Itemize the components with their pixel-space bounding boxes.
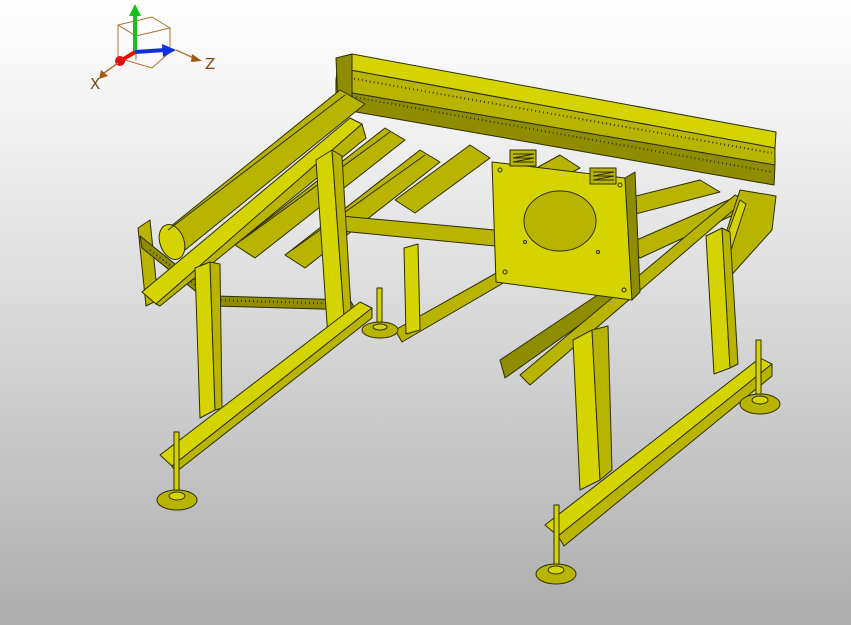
3d-viewport[interactable]: X Z (0, 0, 851, 625)
motor-opening (523, 190, 597, 252)
motor-mount-plate[interactable] (491, 161, 641, 301)
leg-center[interactable] (403, 243, 421, 335)
conveyor-model[interactable] (0, 0, 851, 625)
leg-front-left[interactable] (194, 261, 223, 419)
leg-front-right[interactable] (572, 325, 613, 491)
left-bottom-stretcher[interactable] (159, 301, 373, 473)
